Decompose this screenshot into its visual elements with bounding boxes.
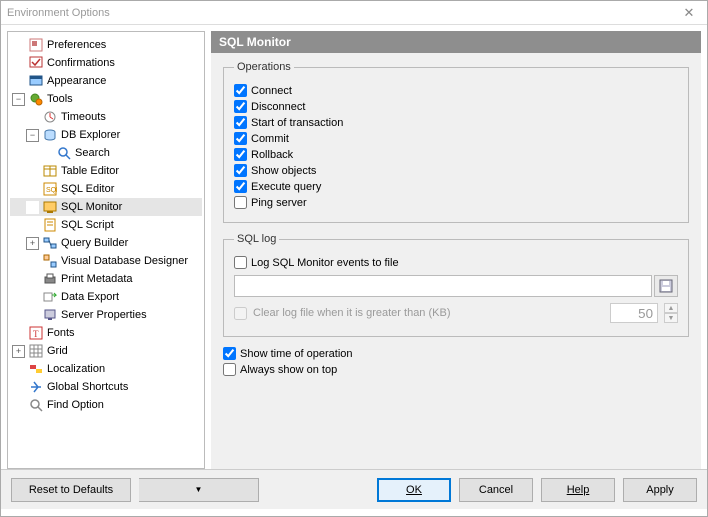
cancel-button[interactable]: Cancel — [459, 478, 533, 502]
sql-log-legend: SQL log — [234, 233, 279, 245]
chevron-down-icon: ▼ — [195, 485, 203, 494]
appearance-icon — [28, 73, 44, 89]
disconnect-checkbox[interactable] — [234, 100, 247, 113]
timeouts-icon — [42, 109, 58, 125]
tree-item-preferences[interactable]: Preferences — [10, 36, 202, 54]
table-editor-icon — [42, 163, 58, 179]
connect-checkbox[interactable] — [234, 84, 247, 97]
show-objects-checkbox[interactable] — [234, 164, 247, 177]
clear-log-checkbox — [234, 307, 247, 320]
log-file-path-input[interactable] — [234, 275, 652, 297]
tree-item-sql-editor[interactable]: SQLSQL Editor — [10, 180, 202, 198]
tools-icon — [28, 91, 44, 107]
always-top-checkbox[interactable] — [223, 363, 236, 376]
kb-spinner: ▲▼ — [664, 303, 678, 323]
collapse-icon[interactable]: − — [12, 93, 25, 106]
nav-tree: Preferences Confirmations Appearance −To… — [7, 31, 205, 469]
sql-monitor-icon — [42, 199, 58, 215]
db-explorer-icon — [42, 127, 58, 143]
tree-item-data-export[interactable]: Data Export — [10, 288, 202, 306]
tree-item-db-explorer[interactable]: −DB Explorer — [10, 126, 202, 144]
query-builder-icon — [42, 235, 58, 251]
tree-item-search[interactable]: Search — [10, 144, 202, 162]
rollback-checkbox[interactable] — [234, 148, 247, 161]
form-area: Operations Connect Disconnect Start of t… — [211, 53, 701, 469]
tree-item-fonts[interactable]: TFonts — [10, 324, 202, 342]
apply-button[interactable]: Apply — [623, 478, 697, 502]
tree-item-timeouts[interactable]: Timeouts — [10, 108, 202, 126]
search-icon — [56, 145, 72, 161]
ping-server-checkbox[interactable] — [234, 196, 247, 209]
save-icon — [659, 279, 673, 293]
titlebar: Environment Options ✕ — [1, 1, 707, 25]
footer: Reset to Defaults ▼ OK Cancel Help Apply — [1, 469, 707, 509]
tree-item-localization[interactable]: Localization — [10, 360, 202, 378]
log-to-file-checkbox[interactable] — [234, 256, 247, 269]
tree-item-query-builder[interactable]: +Query Builder — [10, 234, 202, 252]
tree-item-sql-monitor[interactable]: SQL Monitor — [10, 198, 202, 216]
svg-text:T: T — [33, 329, 39, 339]
show-time-checkbox[interactable] — [223, 347, 236, 360]
kb-value-input — [610, 303, 658, 323]
visual-db-designer-icon — [42, 253, 58, 269]
tree-item-appearance[interactable]: Appearance — [10, 72, 202, 90]
server-properties-icon — [42, 307, 58, 323]
global-shortcuts-icon — [28, 379, 44, 395]
fonts-icon: T — [28, 325, 44, 341]
tree-item-tools[interactable]: −Tools — [10, 90, 202, 108]
grid-icon — [28, 343, 44, 359]
sql-log-group: SQL log Log SQL Monitor events to file C… — [223, 233, 689, 337]
preferences-icon — [28, 37, 44, 53]
tree-item-visual-db-designer[interactable]: Visual Database Designer — [10, 252, 202, 270]
help-button[interactable]: Help — [541, 478, 615, 502]
expand-icon[interactable]: + — [26, 237, 39, 250]
operations-group: Operations Connect Disconnect Start of t… — [223, 61, 689, 223]
spin-down-icon: ▼ — [664, 313, 678, 323]
reset-defaults-button[interactable]: Reset to Defaults — [11, 478, 131, 502]
tree-item-global-shortcuts[interactable]: Global Shortcuts — [10, 378, 202, 396]
print-metadata-icon — [42, 271, 58, 287]
collapse-icon[interactable]: − — [26, 129, 39, 142]
close-icon[interactable]: ✕ — [677, 5, 701, 21]
tree-item-print-metadata[interactable]: Print Metadata — [10, 270, 202, 288]
localization-icon — [28, 361, 44, 377]
tree-item-table-editor[interactable]: Table Editor — [10, 162, 202, 180]
data-export-icon — [42, 289, 58, 305]
commit-checkbox[interactable] — [234, 132, 247, 145]
start-tx-checkbox[interactable] — [234, 116, 247, 129]
spin-up-icon: ▲ — [664, 303, 678, 313]
execute-query-checkbox[interactable] — [234, 180, 247, 193]
confirmations-icon — [28, 55, 44, 71]
tree-item-sql-script[interactable]: SQL Script — [10, 216, 202, 234]
sql-editor-icon: SQL — [42, 181, 58, 197]
tree-item-find-option[interactable]: Find Option — [10, 396, 202, 414]
sql-script-icon — [42, 217, 58, 233]
ok-button[interactable]: OK — [377, 478, 451, 502]
operations-legend: Operations — [234, 61, 294, 73]
tree-item-confirmations[interactable]: Confirmations — [10, 54, 202, 72]
panel-header: SQL Monitor — [211, 31, 701, 53]
tree-item-server-properties[interactable]: Server Properties — [10, 306, 202, 324]
svg-text:SQL: SQL — [46, 187, 57, 194]
find-option-icon — [28, 397, 44, 413]
expand-icon[interactable]: + — [12, 345, 25, 358]
browse-file-button[interactable] — [654, 275, 678, 297]
reset-defaults-dropdown[interactable]: ▼ — [139, 478, 259, 502]
window-title: Environment Options — [7, 7, 677, 19]
tree-item-grid[interactable]: +Grid — [10, 342, 202, 360]
